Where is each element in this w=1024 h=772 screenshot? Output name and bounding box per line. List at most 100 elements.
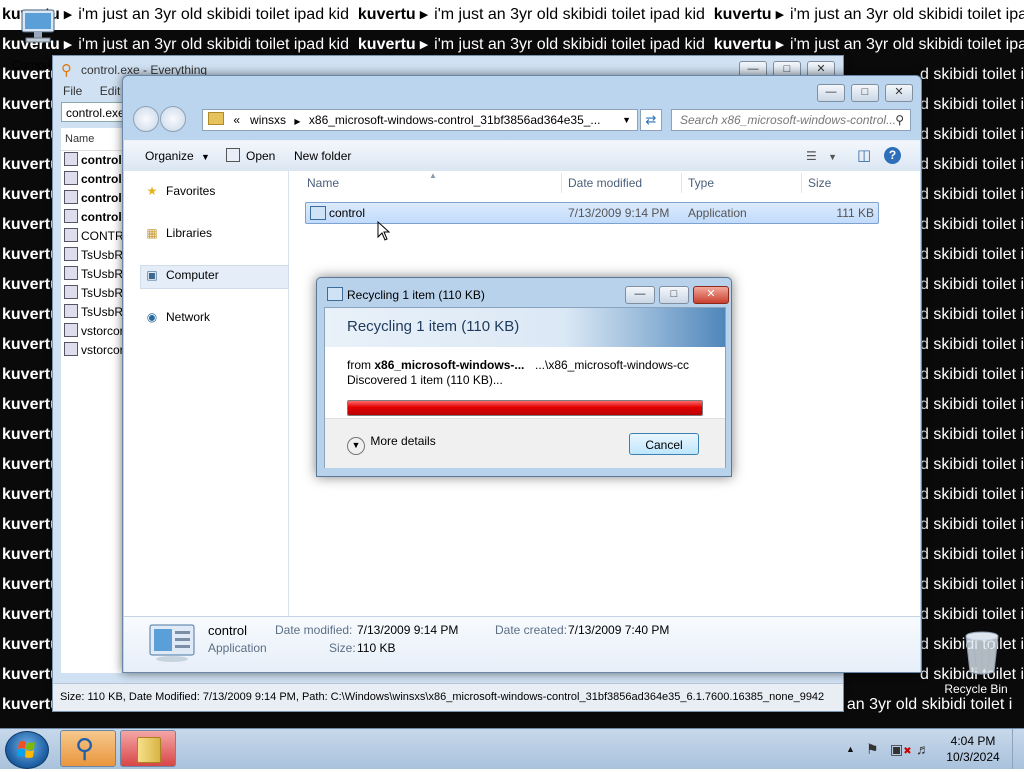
nav-libraries[interactable]: ▦ Libraries <box>144 223 212 243</box>
maximize-button[interactable]: □ <box>851 84 879 102</box>
result-row[interactable]: control. <box>61 151 125 170</box>
menu-file[interactable]: File <box>63 84 82 98</box>
file-icon <box>64 190 78 204</box>
wallpaper-name: kuvertu <box>713 6 772 23</box>
result-row[interactable]: TsUsbRe <box>61 246 125 265</box>
breadcrumb-winsxs[interactable]: winsxs <box>250 113 286 127</box>
cancel-button[interactable]: Cancel <box>629 433 699 455</box>
result-name: TsUsbRe <box>81 286 125 300</box>
clock[interactable]: 4:04 PM 10/3/2024 <box>940 733 1006 765</box>
computer-icon-label: Compu <box>12 58 51 72</box>
from-source[interactable]: x86_microsoft-windows-... <box>374 358 524 372</box>
everything-search-input[interactable]: control.exe <box>61 102 125 122</box>
start-button[interactable] <box>5 731 49 769</box>
clock-time: 4:04 PM <box>950 734 996 748</box>
minimize-icon: — <box>825 86 837 98</box>
discovered-status: Discovered 1 item (110 KB)... <box>347 373 503 387</box>
file-icon <box>64 152 78 166</box>
forward-button[interactable] <box>160 106 186 132</box>
network-status-icon[interactable]: ▣✖ <box>890 729 912 769</box>
result-row[interactable]: TsUsbRe <box>61 303 125 322</box>
details-date-modified: 7/13/2009 9:14 PM <box>357 623 459 637</box>
minimize-button[interactable]: — <box>625 286 655 304</box>
result-row[interactable]: CONTRO <box>61 227 125 246</box>
address-overflow[interactable]: « <box>233 113 240 127</box>
file-row-control[interactable]: control 7/13/2009 9:14 PM Application 11… <box>305 202 879 224</box>
action-center-icon[interactable]: ⚑ <box>866 729 879 769</box>
arrow-icon: ▶ <box>775 39 785 51</box>
desktop-recycle-bin[interactable]: Recycle Bin <box>944 630 1008 700</box>
maximize-button[interactable]: □ <box>659 286 689 304</box>
address-dropdown-icon[interactable]: ▼ <box>622 110 631 130</box>
file-icon <box>64 304 78 318</box>
clock-date: 10/3/2024 <box>946 750 1000 764</box>
column-separator[interactable] <box>681 173 682 193</box>
magnifier-icon: ⚲ <box>61 62 72 79</box>
result-row[interactable]: control. <box>61 189 125 208</box>
back-button[interactable] <box>133 106 159 132</box>
minimize-button[interactable]: — <box>817 84 845 102</box>
nav-network[interactable]: ◉ Network <box>144 307 210 327</box>
file-icon <box>64 247 78 261</box>
new-folder-button[interactable]: New folder <box>294 141 351 171</box>
result-row[interactable]: vstorcor <box>61 322 125 341</box>
view-options-icon[interactable]: ☰ ▼ <box>806 141 837 172</box>
result-row[interactable]: vstorcor <box>61 341 125 360</box>
wallpaper-text: d skibidi toilet i <box>920 126 1024 143</box>
more-details-toggle[interactable]: ▼ More details <box>347 434 436 455</box>
column-separator[interactable] <box>801 173 802 193</box>
help-icon[interactable]: ? <box>884 147 901 164</box>
column-separator[interactable] <box>561 173 562 193</box>
application-icon <box>226 148 240 162</box>
file-icon <box>64 228 78 242</box>
column-header-name[interactable]: Name <box>61 128 125 151</box>
refresh-button[interactable]: ⇄ <box>640 109 662 131</box>
taskbar: ⚲ ▲ ⚑ ▣✖ ♬ 4:04 PM 10/3/2024 <box>0 728 1024 769</box>
star-icon: ★ <box>146 184 158 198</box>
wallpaper-text: d skibidi toilet i <box>920 186 1024 203</box>
organize-button[interactable]: Organize ▼ <box>145 141 210 172</box>
wallpaper-text: d skibidi toilet i <box>920 456 1024 473</box>
result-row[interactable]: TsUsbRe <box>61 265 125 284</box>
to-destination[interactable]: ...\x86_microsoft-windows-cc <box>535 358 689 372</box>
wallpaper-phrase: i'm just an 3yr old skibidi toilet ipad … <box>790 36 1024 53</box>
search-icon[interactable]: ⚲ <box>895 110 904 130</box>
result-row[interactable]: TsUsbRe <box>61 284 125 303</box>
nav-favorites[interactable]: ★ Favorites <box>144 181 216 201</box>
close-button[interactable]: ✕ <box>885 84 913 102</box>
file-size: 111 KB <box>836 206 874 220</box>
close-button[interactable]: ✕ <box>693 286 729 304</box>
taskbar-explorer[interactable] <box>120 730 176 767</box>
column-type[interactable]: Type <box>688 171 714 195</box>
column-size[interactable]: Size <box>808 171 831 195</box>
taskbar-everything[interactable]: ⚲ <box>60 730 116 767</box>
column-name[interactable]: Name <box>307 171 339 195</box>
chevron-down-icon: ▼ <box>201 152 210 162</box>
breadcrumb-arrow-icon: ▶ <box>294 117 301 126</box>
details-size-label: Size: <box>329 641 356 655</box>
control-panel-icon <box>327 287 343 301</box>
recycle-bin-label: Recycle Bin <box>944 682 1008 696</box>
result-row[interactable]: control. <box>61 170 125 189</box>
wallpaper-text: d skibidi toilet i <box>920 216 1024 233</box>
navigation-pane: ★ Favorites ▦ Libraries ▣ Computer ◉ Network <box>124 171 289 616</box>
result-name: control. <box>81 172 125 186</box>
preview-pane-icon[interactable]: ◫ <box>857 141 871 171</box>
breadcrumb-current[interactable]: x86_microsoft-windows-control_31bf3856ad… <box>309 113 601 127</box>
mouse-cursor-icon <box>377 221 391 241</box>
open-label: Open <box>246 149 276 163</box>
menu-edit[interactable]: Edit <box>100 84 121 98</box>
nav-computer[interactable]: ▣ Computer <box>144 265 218 285</box>
volume-icon[interactable]: ♬ <box>916 729 930 769</box>
show-hidden-icons[interactable]: ▲ <box>846 729 855 769</box>
show-desktop-button[interactable] <box>1012 729 1024 769</box>
column-date-modified[interactable]: Date modified <box>568 171 642 195</box>
result-row[interactable]: control. <box>61 208 125 227</box>
wallpaper-phrase: i'm just an 3yr old skibidi toilet ipad … <box>434 6 705 23</box>
maximize-icon: □ <box>670 288 678 300</box>
file-type: Application <box>688 206 747 220</box>
search-input[interactable]: Search x86_microsoft-windows-control... … <box>671 109 911 131</box>
address-bar[interactable]: « winsxs ▶ x86_microsoft-windows-control… <box>202 109 638 131</box>
open-button[interactable]: Open <box>226 141 275 171</box>
recycling-dialog[interactable]: Recycling 1 item (110 KB) — □ ✕ Recyclin… <box>316 277 732 477</box>
